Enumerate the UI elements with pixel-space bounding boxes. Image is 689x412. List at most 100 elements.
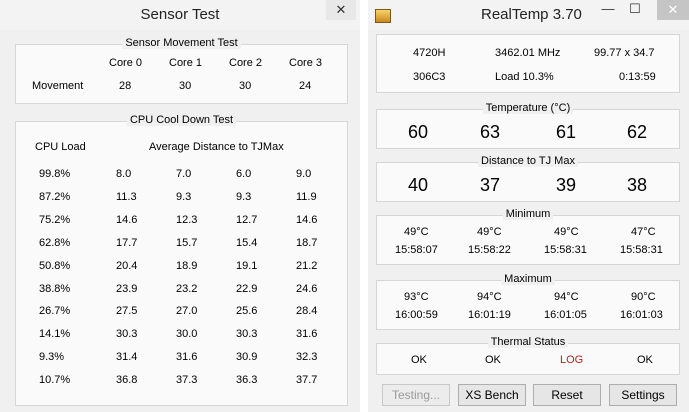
cooldown-row-load: 9.3% <box>39 351 65 364</box>
reset-button[interactable]: Reset <box>533 384 601 406</box>
thermal-status-title: Thermal Status <box>487 336 569 348</box>
cooldown-row-distance: 6.0 <box>236 168 252 180</box>
cooldown-row-distance: 14.6 <box>296 213 318 226</box>
cooldown-row-distance: 11.3 <box>116 190 137 203</box>
min-temp-core2: 49°C <box>554 226 579 238</box>
cpu-model: 4720H <box>413 47 446 59</box>
min-temp-core0: 49°C <box>404 226 429 238</box>
cooldown-row-distance: 18.9 <box>176 259 198 272</box>
cooldown-row-distance: 19.1 <box>236 259 258 272</box>
minimum-title: Minimum <box>502 208 554 220</box>
distance-title: Distance to TJ Max <box>478 155 578 167</box>
cooldown-row-distance: 22.9 <box>236 282 258 295</box>
settings-button[interactable]: Settings <box>609 384 677 406</box>
sensor-movement-title: Sensor Movement Test <box>122 37 241 49</box>
temperature-title: Temperature (°C) <box>482 102 574 114</box>
thermal-core0: OK <box>411 354 427 366</box>
minimize-button[interactable]: — <box>596 0 620 20</box>
max-temp-core0: 93°C <box>404 291 429 303</box>
cpu-cooldown-title: CPU Cool Down Test <box>126 114 237 126</box>
movement-header-core1: Core 1 <box>169 57 203 69</box>
cooldown-row-distance: 15.4 <box>236 236 258 249</box>
cooldown-header-load: CPU Load <box>35 141 86 153</box>
min-time-core3: 15:58:31 <box>620 244 663 256</box>
realtemp-window: RealTemp 3.70 — ☐ ✕ 4720H 3462.01 MHz 99… <box>368 0 689 412</box>
cooldown-row-distance: 7.0 <box>176 168 192 180</box>
distance-core0: 40 <box>408 175 429 195</box>
max-temp-core3: 90°C <box>631 291 656 303</box>
cpu-info-panel: 4720H 3462.01 MHz 99.77 x 34.7 306C3 Loa… <box>376 34 680 93</box>
max-time-core2: 16:01:05 <box>544 309 587 321</box>
cooldown-row-distance: 23.2 <box>176 282 198 295</box>
max-time-core3: 16:01:03 <box>620 309 663 321</box>
cooldown-row-distance: 31.6 <box>176 351 198 364</box>
distance-core2: 39 <box>556 175 577 195</box>
minimum-panel: Minimum 49°C 49°C 49°C 47°C 15:58:07 15:… <box>376 208 680 265</box>
temp-core2: 61 <box>556 122 577 142</box>
cooldown-row-distance: 15.7 <box>176 236 198 249</box>
sensor-test-title: Sensor Test <box>140 6 220 23</box>
xs-bench-button[interactable]: XS Bench <box>458 384 526 406</box>
max-temp-core2: 94°C <box>554 291 579 303</box>
cooldown-row-distance: 30.3 <box>116 328 138 341</box>
sensor-test-close-button[interactable]: ✕ <box>326 0 356 20</box>
cpu-mhz: 3462.01 MHz <box>495 47 561 59</box>
cooldown-row-distance: 11.9 <box>296 190 317 203</box>
realtemp-titlebar[interactable]: RealTemp 3.70 — ☐ ✕ <box>368 0 689 30</box>
movement-value-core1: 30 <box>179 80 192 92</box>
movement-value-core3: 24 <box>299 80 312 92</box>
cooldown-row-distance: 27.0 <box>176 305 198 318</box>
elapsed-time: 0:13:59 <box>619 71 656 83</box>
cooldown-row-distance: 36.3 <box>236 374 258 387</box>
cooldown-header-avg: Average Distance to TJMax <box>149 141 284 153</box>
thermal-core1: OK <box>485 354 501 366</box>
maximize-button[interactable]: ☐ <box>623 0 647 20</box>
cooldown-row-load: 62.8% <box>39 236 71 249</box>
movement-header-core2: Core 2 <box>229 57 263 69</box>
temp-core1: 63 <box>480 122 501 142</box>
min-time-core1: 15:58:22 <box>468 244 511 256</box>
cooldown-row-load: 10.7% <box>39 374 71 387</box>
cooldown-row-load: 99.8% <box>39 168 71 180</box>
cooldown-row-distance: 36.8 <box>116 374 138 387</box>
cpu-id: 306C3 <box>413 71 446 83</box>
cooldown-row-distance: 9.3 <box>236 190 252 203</box>
realtemp-title: RealTemp 3.70 <box>481 6 582 23</box>
cooldown-row-distance: 27.5 <box>116 305 138 318</box>
cooldown-row-distance: 12.7 <box>236 213 258 226</box>
min-time-core0: 15:58:07 <box>395 244 438 256</box>
realtemp-close-button[interactable]: ✕ <box>657 0 689 20</box>
cooldown-row-distance: 18.7 <box>296 236 318 249</box>
cooldown-row-distance: 37.7 <box>296 374 318 387</box>
cooldown-row-distance: 30.0 <box>176 328 198 341</box>
cooldown-row-load: 38.8% <box>39 282 71 295</box>
cooldown-row-distance: 28.4 <box>296 305 318 318</box>
cooldown-row-distance: 8.0 <box>116 168 132 180</box>
movement-value-core2: 30 <box>239 80 252 92</box>
cooldown-row-distance: 17.7 <box>116 236 138 249</box>
min-temp-core1: 49°C <box>477 226 502 238</box>
cooldown-row-load: 14.1% <box>39 328 71 341</box>
cooldown-row-distance: 24.6 <box>296 282 318 295</box>
cooldown-row-distance: 23.9 <box>116 282 138 295</box>
realtemp-app-icon <box>375 9 391 23</box>
distance-core1: 37 <box>480 175 501 195</box>
movement-header-core0: Core 0 <box>109 57 143 69</box>
cooldown-row-distance: 31.6 <box>296 328 318 341</box>
cooldown-row-distance: 14.6 <box>116 213 138 226</box>
max-time-core1: 16:01:19 <box>468 309 511 321</box>
cooldown-row-load: 87.2% <box>39 190 71 203</box>
min-time-core2: 15:58:31 <box>544 244 587 256</box>
cooldown-row-load: 75.2% <box>39 213 71 226</box>
movement-header-core3: Core 3 <box>289 57 323 69</box>
cooldown-row-load: 26.7% <box>39 305 71 318</box>
distance-core3: 38 <box>627 175 648 195</box>
sensor-test-titlebar[interactable]: Sensor Test ✕ <box>0 0 360 30</box>
cooldown-row-distance: 31.4 <box>116 351 138 364</box>
thermal-status-panel: Thermal Status OK OK LOG OK <box>376 336 680 375</box>
cooldown-row-distance: 9.0 <box>296 168 312 180</box>
testing-button[interactable]: Testing... <box>382 384 450 406</box>
cooldown-row-distance: 25.6 <box>236 305 258 318</box>
distance-panel: Distance to TJ Max 40 37 39 38 <box>376 155 680 202</box>
maximum-title: Maximum <box>501 273 555 285</box>
